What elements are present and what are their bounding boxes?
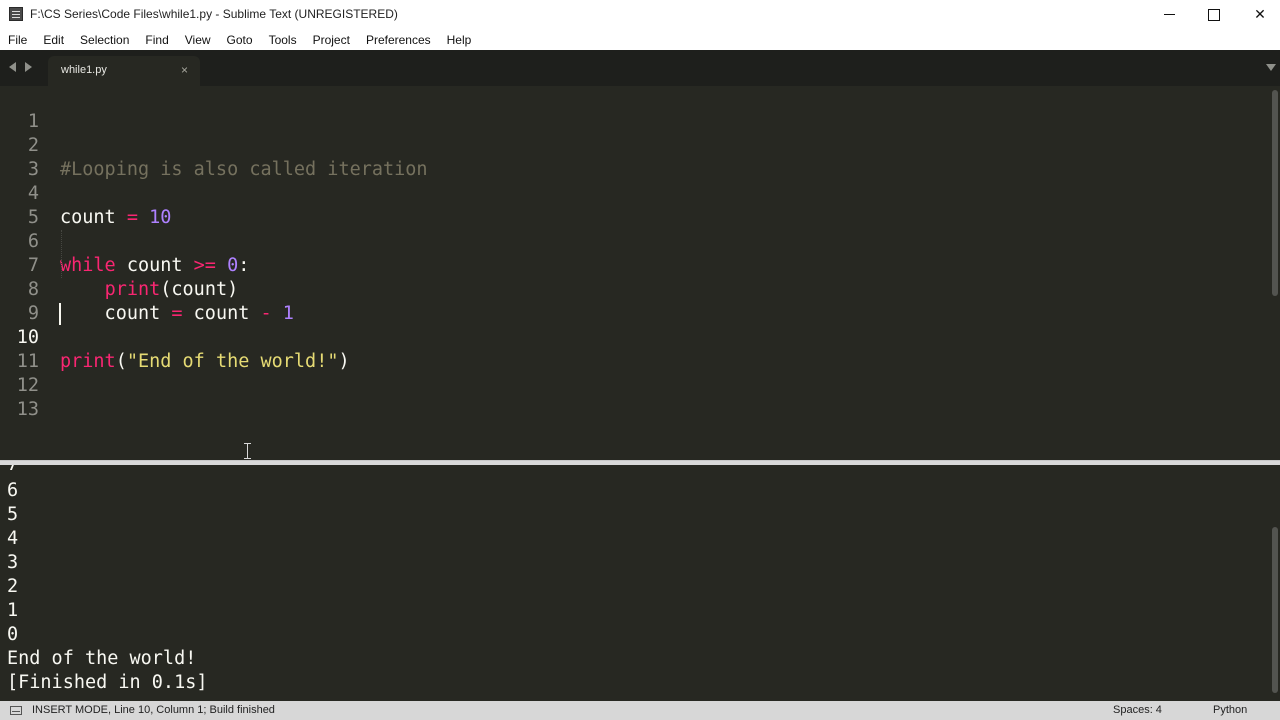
output-line: 7 bbox=[7, 465, 18, 477]
build-output-panel[interactable]: 7 6 5 4 3 2 1 0 End of the world! [Finis… bbox=[0, 465, 1268, 695]
chevron-left-icon[interactable] bbox=[9, 62, 16, 72]
editor-scrollbar-thumb[interactable] bbox=[1272, 90, 1278, 296]
maximize-icon bbox=[1208, 8, 1220, 21]
output-line: 6 bbox=[7, 480, 19, 501]
output-scrollbar[interactable] bbox=[1270, 465, 1280, 695]
code-line: 1 bbox=[0, 86, 1268, 132]
text-caret bbox=[59, 303, 61, 325]
code-line: 9 bbox=[0, 278, 1268, 324]
tab-label: while1.py bbox=[61, 64, 107, 76]
editor-scrollbar[interactable] bbox=[1270, 86, 1280, 460]
tab-dropdown-icon[interactable] bbox=[1266, 64, 1276, 71]
indent-guide bbox=[61, 230, 63, 278]
tab-while1-py[interactable]: while1.py × bbox=[48, 56, 200, 86]
menu-goto[interactable]: Goto bbox=[219, 33, 261, 47]
menu-preferences[interactable]: Preferences bbox=[358, 33, 439, 47]
code-line: 5 bbox=[0, 182, 1268, 228]
code-line-current: 10 print("End of the world!") bbox=[0, 302, 1268, 372]
output-line: 3 bbox=[7, 552, 19, 573]
menu-file[interactable]: File bbox=[0, 33, 35, 47]
title-bar: F:\CS Series\Code Files\while1.py - Subl… bbox=[0, 0, 1280, 29]
menu-bar: File Edit Selection Find View Goto Tools… bbox=[0, 29, 1280, 50]
maximize-button[interactable] bbox=[1191, 0, 1237, 29]
text-cursor-icon bbox=[244, 443, 251, 459]
menu-view[interactable]: View bbox=[177, 33, 219, 47]
code-line: 2 #Looping is also called iteration bbox=[0, 110, 1268, 180]
minimize-button[interactable] bbox=[1146, 0, 1192, 29]
output-line: 2 bbox=[7, 576, 19, 597]
tab-navigation bbox=[9, 60, 39, 74]
menu-tools[interactable]: Tools bbox=[261, 33, 305, 47]
code-line: 3 bbox=[0, 134, 1268, 180]
output-line: 4 bbox=[7, 528, 19, 549]
tab-close-icon[interactable]: × bbox=[181, 63, 188, 77]
code-line: 11 bbox=[0, 326, 1268, 372]
menu-help[interactable]: Help bbox=[439, 33, 480, 47]
code-line: 12 bbox=[0, 350, 1268, 396]
status-bar: INSERT MODE, Line 10, Column 1; Build fi… bbox=[0, 695, 1280, 720]
menu-edit[interactable]: Edit bbox=[35, 33, 72, 47]
chevron-right-icon[interactable] bbox=[25, 62, 32, 72]
output-line: [Finished in 0.1s] bbox=[7, 672, 208, 693]
code-line: 7 print(count) bbox=[0, 230, 1268, 300]
code-line: 6 while count >= 0: bbox=[0, 206, 1268, 276]
menu-project[interactable]: Project bbox=[305, 33, 358, 47]
close-icon: ✕ bbox=[1254, 6, 1266, 22]
code-line: 13 bbox=[0, 374, 1268, 420]
output-line: 1 bbox=[7, 600, 19, 621]
syntax-selector[interactable]: Python bbox=[1213, 704, 1247, 716]
status-message: INSERT MODE, Line 10, Column 1; Build fi… bbox=[32, 704, 275, 716]
code-line: 4 count = 10 bbox=[0, 158, 1268, 228]
indentation-setting[interactable]: Spaces: 4 bbox=[1113, 704, 1162, 716]
menu-selection[interactable]: Selection bbox=[72, 33, 137, 47]
output-scrollbar-thumb[interactable] bbox=[1272, 527, 1278, 693]
output-line: 0 bbox=[7, 624, 19, 645]
close-button[interactable]: ✕ bbox=[1237, 0, 1280, 29]
line-number: 13 bbox=[16, 399, 39, 420]
window-title: F:\CS Series\Code Files\while1.py - Subl… bbox=[30, 7, 398, 21]
output-line: End of the world! bbox=[7, 648, 197, 669]
status-gap bbox=[0, 695, 1280, 701]
code-editor[interactable]: 1 2 #Looping is also called iteration 3 … bbox=[0, 86, 1268, 460]
sublime-app-icon bbox=[9, 7, 23, 21]
panel-toggle-icon[interactable] bbox=[10, 706, 22, 715]
code-line: 8 count = count - 1 bbox=[0, 254, 1268, 324]
output-line: 5 bbox=[7, 504, 19, 525]
menu-find[interactable]: Find bbox=[137, 33, 176, 47]
minimize-icon bbox=[1163, 14, 1175, 15]
